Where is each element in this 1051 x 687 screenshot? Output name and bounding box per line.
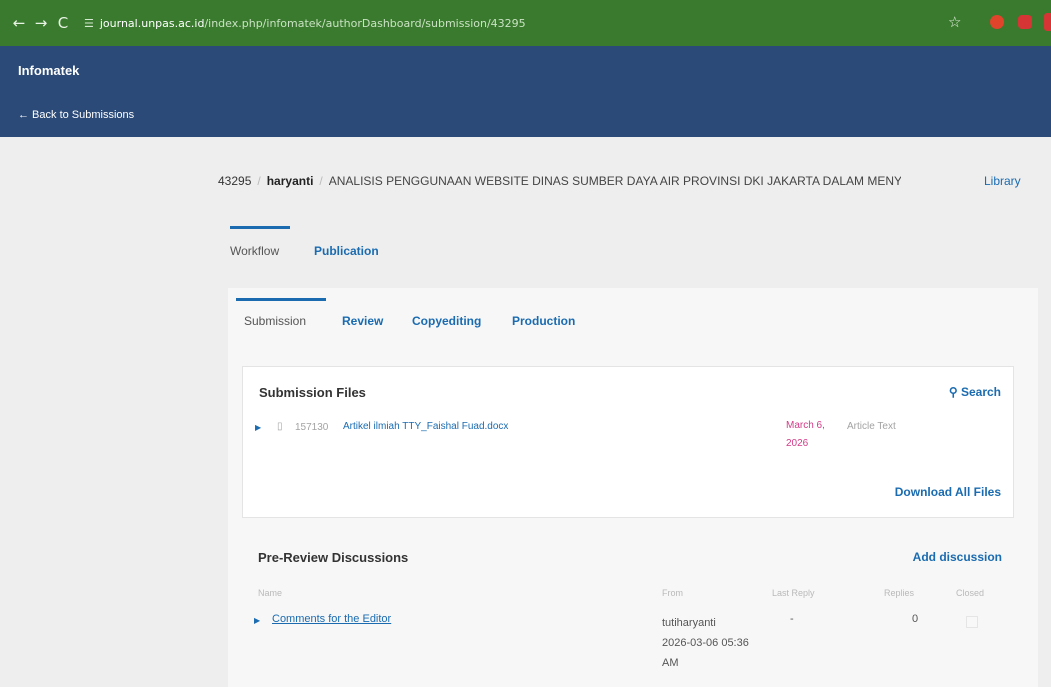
tab-workflow[interactable]: Workflow (230, 244, 279, 258)
file-name-link[interactable]: Artikel ilmiah TTY_Faishal Fuad.docx (343, 421, 508, 432)
submission-title: ANALISIS PENGGUNAAN WEBSITE DINAS SUMBER… (328, 174, 901, 188)
file-date: March 6, 2026 (786, 417, 825, 453)
forward-arrow-icon[interactable]: → (30, 14, 52, 32)
from-user: tutiharyanti (662, 617, 716, 629)
add-discussion-button[interactable]: Add discussion (913, 550, 1002, 564)
tab-copyediting[interactable]: Copyediting (412, 314, 481, 328)
column-closed: Closed (956, 588, 985, 598)
tab-submission[interactable]: Submission (244, 314, 306, 328)
closed-checkbox[interactable] (966, 616, 978, 628)
last-reply: - (790, 613, 794, 625)
file-id: 157130 (295, 422, 329, 433)
search-files-button[interactable]: ⚲ Search (949, 385, 1001, 399)
file-type-icon: ▯ (277, 421, 283, 432)
journal-header: Infomatek ← Back to Submissions (0, 46, 1051, 137)
address-bar[interactable]: ☰ journal.unpas.ac.id /index.php/infomat… (84, 8, 526, 38)
search-icon: ⚲ (948, 385, 958, 399)
reload-icon[interactable]: C (52, 14, 74, 32)
extension-icon[interactable] (990, 15, 1004, 29)
active-tab-indicator (230, 226, 290, 229)
search-label: Search (960, 385, 1001, 399)
breadcrumb: 43295/haryanti / ANALISIS PENGGUNAAN WEBSI… (218, 174, 901, 188)
back-to-submissions-link[interactable]: ← Back to Submissions (18, 109, 134, 121)
active-stage-indicator (236, 298, 326, 301)
submission-files-grid: Submission Files ⚲ Search ▶ ▯ 157130 Art… (242, 366, 1014, 518)
bookmark-star-icon[interactable]: ☆ (948, 13, 961, 31)
download-all-files-button[interactable]: Download All Files (895, 485, 1001, 499)
column-replies: Replies (884, 588, 915, 598)
site-settings-icon[interactable]: ☰ (84, 17, 94, 30)
submission-id: 43295 (218, 174, 252, 188)
column-from: From (662, 588, 683, 598)
tab-review[interactable]: Review (342, 314, 383, 328)
submission-author: haryanti (266, 174, 314, 188)
file-date-line1: March 6, (786, 420, 825, 431)
extension-icon-3[interactable] (1044, 13, 1051, 31)
browser-toolbar: ← → C ☰ journal.unpas.ac.id /index.php/i… (0, 0, 1051, 46)
expand-row-icon[interactable]: ▶ (254, 616, 260, 625)
discussion-name-link[interactable]: Comments for the Editor (272, 613, 391, 625)
tab-publication[interactable]: Publication (314, 244, 379, 258)
url-host: journal.unpas.ac.id (99, 16, 205, 30)
replies-count: 0 (912, 613, 919, 625)
file-row: ▶ ▯ 157130 Artikel ilmiah TTY_Faishal Fu… (243, 419, 1013, 459)
discussions-title: Pre-Review Discussions (258, 550, 409, 565)
column-last-reply: Last Reply (772, 588, 815, 598)
from-date: 2026-03-06 05:36 (662, 637, 749, 649)
journal-name[interactable]: Infomatek (18, 63, 79, 78)
column-name: Name (258, 588, 283, 598)
extension-icon-2[interactable] (1018, 15, 1032, 29)
file-date-line2: 2026 (786, 438, 809, 449)
back-arrow-icon[interactable]: ← (8, 14, 30, 32)
from-time-suffix: AM (662, 657, 679, 669)
workflow-panel: Submission Review Copyediting Production… (228, 288, 1038, 687)
submission-files-title: Submission Files (259, 385, 366, 400)
discussion-from: tutiharyanti 2026-03-06 05:36 AM (662, 613, 772, 673)
file-component: Article Text (847, 421, 896, 432)
tab-production[interactable]: Production (512, 314, 575, 328)
library-link[interactable]: Library (984, 174, 1021, 188)
expand-row-icon[interactable]: ▶ (255, 423, 261, 432)
url-path: /index.php/infomatek/authorDashboard/sub… (204, 16, 526, 30)
